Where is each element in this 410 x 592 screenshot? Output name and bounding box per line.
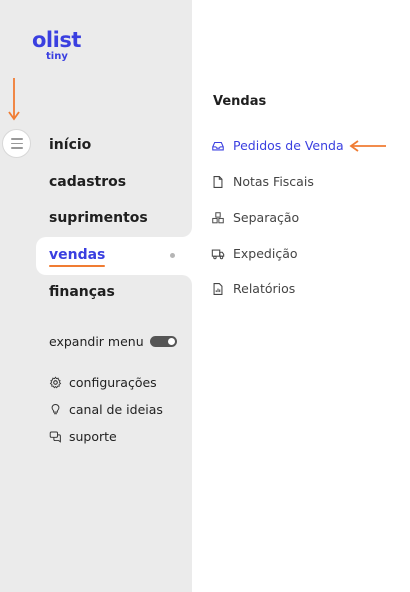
lightbulb-icon bbox=[51, 403, 60, 415]
utility-canal-de-ideias[interactable]: canal de ideias bbox=[49, 402, 163, 417]
gear-icon bbox=[49, 376, 62, 389]
active-notch-top bbox=[172, 217, 192, 237]
logo-sub-text: tiny bbox=[46, 51, 68, 62]
submenu-item-label: Relatórios bbox=[233, 281, 296, 296]
olist-tiny-logo[interactable]: olist tiny bbox=[32, 30, 81, 62]
submenu-item-label: Pedidos de Venda bbox=[233, 138, 344, 153]
nav-item-suprimentos[interactable]: suprimentos bbox=[49, 210, 148, 226]
submenu-item-relatorios[interactable]: Relatórios bbox=[211, 281, 295, 296]
submenu-item-pedidos-de-venda[interactable]: Pedidos de Venda bbox=[211, 138, 344, 153]
submenu-item-label: Notas Fiscais bbox=[233, 174, 314, 189]
active-notch-bottom bbox=[172, 275, 192, 295]
arrow-left-icon bbox=[349, 140, 386, 152]
inbox-icon bbox=[212, 141, 224, 150]
chat-icon bbox=[49, 431, 61, 443]
submenu-item-label: Separação bbox=[233, 210, 300, 225]
nav-item-cadastros[interactable]: cadastros bbox=[49, 174, 126, 190]
truck-icon bbox=[211, 249, 225, 259]
nav-item-financas[interactable]: finanças bbox=[49, 284, 115, 300]
utility-suporte[interactable]: suporte bbox=[49, 429, 117, 444]
submenu-item-notas-fiscais[interactable]: Notas Fiscais bbox=[211, 174, 314, 189]
submenu-item-separacao[interactable]: Separação bbox=[211, 210, 299, 225]
expand-menu-toggle[interactable] bbox=[149, 336, 177, 347]
utility-configuracoes[interactable]: configurações bbox=[49, 375, 157, 390]
submenu-item-label: Expedição bbox=[233, 246, 298, 261]
hamburger-line bbox=[10, 142, 23, 145]
nav-item-vendas[interactable]: vendas bbox=[49, 247, 105, 263]
utility-label: configurações bbox=[69, 375, 157, 390]
logo-main-text: olist bbox=[32, 28, 81, 52]
active-nav-underline bbox=[49, 265, 105, 267]
report-icon bbox=[213, 282, 223, 295]
boxes-icon bbox=[212, 211, 224, 223]
panel-title: Vendas bbox=[213, 94, 267, 109]
hamburger-line bbox=[10, 147, 23, 149]
utility-label: canal de ideias bbox=[69, 402, 163, 417]
expand-menu-row[interactable]: expandir menu bbox=[49, 334, 177, 349]
expand-menu-label: expandir menu bbox=[49, 334, 144, 349]
submenu-panel bbox=[192, 0, 410, 592]
arrow-down-icon bbox=[8, 78, 20, 121]
nav-item-inicio[interactable]: início bbox=[49, 137, 91, 153]
submenu-item-expedicao[interactable]: Expedição bbox=[211, 246, 298, 261]
hamburger-menu-button[interactable] bbox=[2, 129, 31, 158]
hamburger-line bbox=[10, 138, 23, 140]
utility-label: suporte bbox=[69, 429, 117, 444]
document-icon bbox=[213, 175, 223, 188]
nav-item-dot bbox=[170, 253, 175, 258]
